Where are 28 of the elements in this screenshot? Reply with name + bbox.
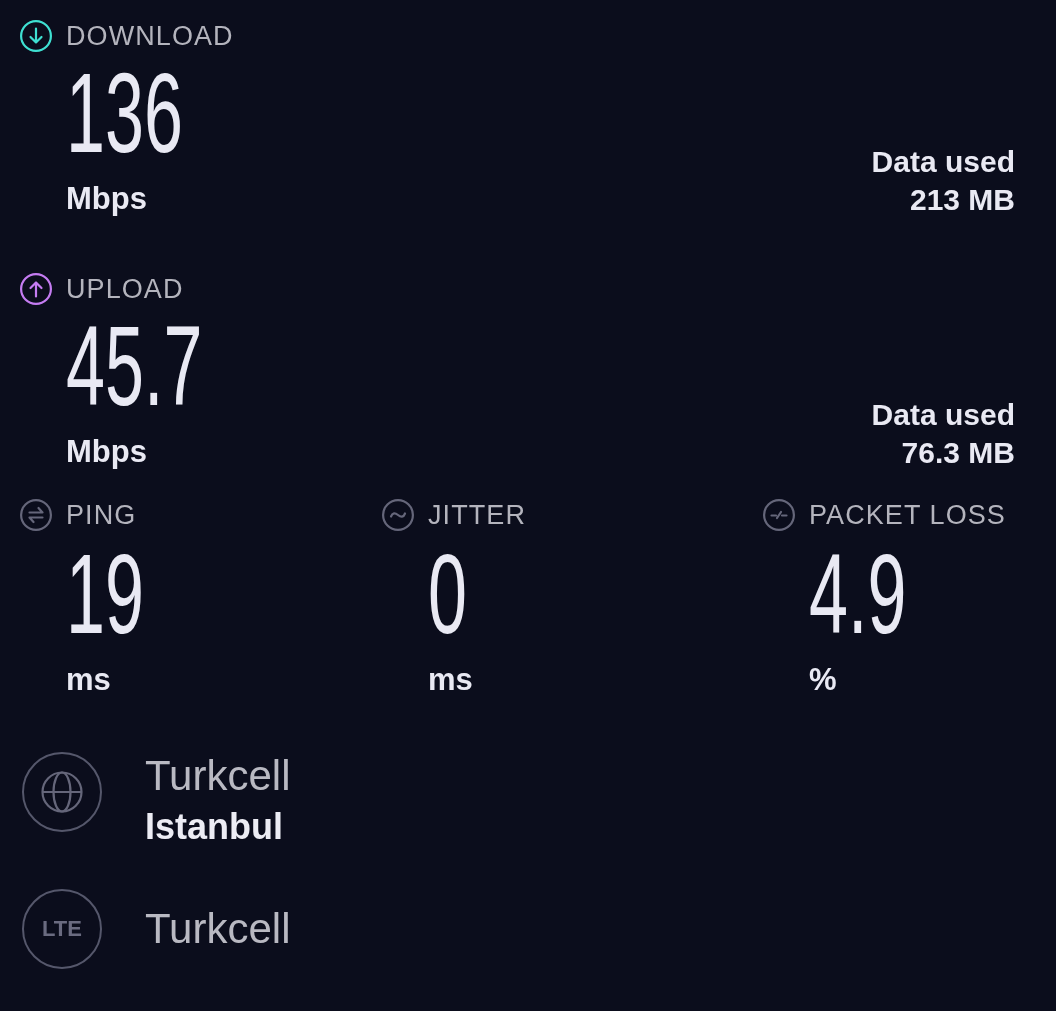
wave-icon <box>382 499 414 531</box>
download-icon <box>20 20 52 52</box>
data-used-value: 76.3 MB <box>901 435 1015 471</box>
unit-label: Mbps <box>66 436 147 467</box>
upload-icon <box>20 273 52 305</box>
metric-value: 19 <box>66 538 144 651</box>
metric-label: PACKET LOSS <box>809 501 1006 529</box>
data-used-label: Data used <box>871 397 1015 433</box>
metric-label: PING <box>66 501 137 529</box>
unit-label: ms <box>428 664 473 695</box>
metric-label: DOWNLOAD <box>66 22 234 50</box>
globe-icon <box>22 752 102 832</box>
data-used-value: 213 MB <box>909 182 1015 218</box>
metric-value: 0 <box>428 538 467 651</box>
unit-label: ms <box>66 664 111 695</box>
network-type-badge: LTE <box>22 889 102 969</box>
server-location: Istanbul <box>145 809 283 845</box>
speed-value: 45.7 <box>66 310 203 423</box>
data-used-label: Data used <box>871 144 1015 180</box>
swap-arrows-icon <box>20 499 52 531</box>
metric-label: JITTER <box>428 501 526 529</box>
unit-label: Mbps <box>66 183 147 214</box>
metric-label: UPLOAD <box>66 275 184 303</box>
speed-value: 136 <box>66 57 183 170</box>
metric-value: 4.9 <box>809 538 907 651</box>
provider-name: Turkcell <box>145 908 291 950</box>
provider-name: Turkcell <box>145 755 291 797</box>
unit-label: % <box>809 664 837 695</box>
